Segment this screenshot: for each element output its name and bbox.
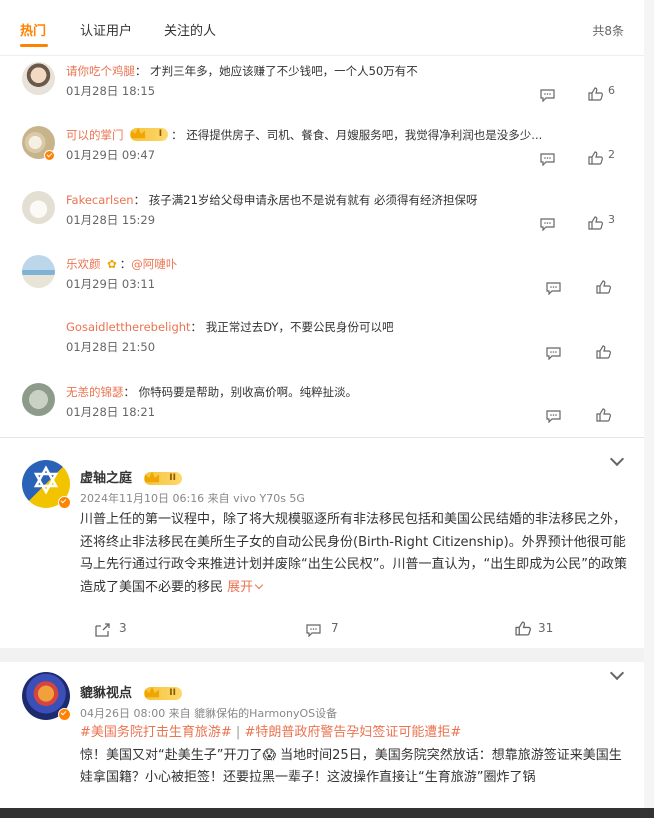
comment-count: 7 — [331, 621, 339, 635]
chevron-down-icon[interactable] — [609, 665, 625, 681]
avatar[interactable] — [22, 383, 55, 416]
comment-text: 你特码要是帮助，别收高价啊。纯粹扯淡。 — [138, 385, 358, 399]
chevron-down-icon[interactable] — [609, 451, 625, 467]
repost-count: 3 — [119, 621, 127, 635]
tab-following[interactable]: 关注的人 — [164, 20, 216, 39]
tab-hot[interactable]: 热门 — [20, 20, 46, 39]
comment-time: 01月28日 21:50 — [66, 340, 156, 354]
bottom-edge — [0, 808, 654, 818]
divider — [0, 437, 644, 438]
comment-line: 乐欢颜 ✿ ：@阿嗹卟 — [66, 255, 177, 273]
post-body: 川普上任的第一议程中，除了将大规模驱逐所有非法移民包括和美国公民结婚的非法移民之… — [80, 512, 627, 595]
level-badge-icon: I — [130, 127, 169, 141]
comment-line: 请你吃个鸡腿： 才判三年多，她应该赚了不少钱吧，一个人50万有不 — [66, 62, 418, 80]
scrollbar[interactable] — [644, 0, 654, 818]
comment-item: 乐欢颜 ✿ ：@阿嗹卟 01月29日 03:11 — [0, 255, 644, 319]
comment-icon[interactable] — [306, 622, 321, 641]
post-meta: 04月26日 08:00 来自 貔貅保佑的HarmonyOS设备 — [80, 707, 338, 720]
level-badge-icon: II — [144, 683, 182, 702]
separator: ： — [133, 193, 146, 207]
emoji-badge-icon: ✿ — [107, 257, 117, 271]
comment-time: 01月29日 03:11 — [66, 277, 156, 291]
like-icon[interactable] — [596, 407, 611, 426]
avatar[interactable] — [22, 62, 55, 95]
comment-text: 才判三年多，她应该赚了不少钱吧，一个人50万有不 — [150, 64, 418, 78]
comment-item: Gosaidlettherebelight： 我正常过去DY，不要公民身份可以吧… — [0, 318, 644, 382]
comment-username[interactable]: Gosaidlettherebelight — [66, 320, 191, 334]
comment-item: 可以的掌门 I： 还得提供房子、司机、餐食、月嫂服务吧，我觉得净利润也是没多少.… — [0, 126, 644, 190]
separator: ： — [135, 64, 147, 78]
repost-icon[interactable] — [94, 622, 110, 641]
verified-badge-icon — [44, 150, 55, 161]
like-count: 6 — [608, 84, 615, 97]
avatar[interactable] — [22, 191, 55, 224]
topic-tag-link[interactable]: #特朗普政府警告孕妇签证可能遭拒# — [244, 725, 461, 740]
reply-icon[interactable] — [540, 216, 555, 235]
comment-item: Fakecarlsen： 孩子满21岁给父母申请永居也不是说有就有 必须得有经济… — [0, 191, 644, 255]
topic-tag-link[interactable]: #美国务院打击生育旅游# — [80, 725, 232, 740]
level-badge-icon: II — [144, 468, 182, 487]
like-count: 31 — [538, 621, 554, 635]
comment-total: 共8条 — [592, 24, 624, 38]
post-text: 川普上任的第一议程中，除了将大规模驱逐所有非法移民包括和美国公民结婚的非法移民之… — [80, 509, 628, 599]
avatar[interactable] — [22, 255, 55, 288]
comment-text: 还得提供房子、司机、餐食、月嫂服务吧，我觉得净利润也是没多少... — [186, 128, 543, 142]
separator: ： — [171, 128, 183, 142]
comment-line: 可以的掌门 I： 还得提供房子、司机、餐食、月嫂服务吧，我觉得净利润也是没多少.… — [66, 126, 542, 144]
comment-username[interactable]: 请你吃个鸡腿 — [66, 64, 135, 78]
comment-line: Fakecarlsen： 孩子满21岁给父母申请永居也不是说有就有 必须得有经济… — [66, 191, 478, 209]
like-icon[interactable] — [596, 279, 611, 298]
expand-link[interactable]: 展开 — [227, 580, 264, 595]
tab-verified[interactable]: 认证用户 — [80, 20, 132, 39]
reply-icon[interactable] — [546, 280, 561, 299]
reply-icon[interactable] — [546, 345, 561, 364]
comment-time: 01月28日 18:21 — [66, 405, 156, 419]
post-meta: 2024年11月10日 06:16 来自 vivo Y70s 5G — [80, 492, 305, 505]
feed-post: 虚轴之庭 II 2024年11月10日 06:16 来自 vivo Y70s 5… — [0, 440, 644, 648]
comment-text: 我正常过去DY，不要公民身份可以吧 — [205, 320, 394, 334]
comment-username[interactable]: 乐欢颜 — [66, 257, 101, 271]
post-body: 惊！美国又对“赴美生子”开刀了😱 当地时间25日，美国务院突然放话：想靠旅游签证… — [80, 747, 622, 786]
feed-post: 貔貅视点 II 04月26日 08:00 来自 貔貅保佑的HarmonyOS设备… — [0, 662, 644, 808]
post-author-name[interactable]: 貔貅视点 — [80, 682, 132, 701]
like-icon[interactable] — [596, 344, 611, 363]
comment-line: Gosaidlettherebelight： 我正常过去DY，不要公民身份可以吧 — [66, 318, 393, 336]
comment-username[interactable]: 无恙的锦瑟 — [66, 385, 124, 399]
like-count: 3 — [608, 213, 615, 226]
like-icon[interactable] — [588, 150, 603, 169]
post-text: #美国务院打击生育旅游# | #特朗普政府警告孕妇签证可能遭拒# 惊！美国又对“… — [80, 722, 628, 790]
separator: ： — [119, 257, 132, 271]
verified-badge-icon — [58, 496, 71, 509]
like-count: 2 — [608, 148, 615, 161]
separator: ： — [123, 385, 136, 399]
separator: | — [231, 725, 245, 740]
comment-text: 孩子满21岁给父母申请永居也不是说有就有 必须得有经济担保呀 — [148, 193, 478, 207]
comment-tabs: 热门 认证用户 关注的人 共8条 — [0, 0, 644, 56]
reply-icon[interactable] — [546, 408, 561, 427]
like-icon[interactable] — [515, 621, 531, 640]
separator: ： — [190, 320, 203, 334]
tab-underline — [20, 44, 48, 47]
like-icon[interactable] — [588, 215, 603, 234]
comment-username[interactable]: Fakecarlsen — [66, 193, 134, 207]
comment-mention-link[interactable]: @阿嗹卟 — [131, 257, 177, 271]
comment-username[interactable]: 可以的掌门 — [66, 128, 124, 142]
comment-item: 请你吃个鸡腿： 才判三年多，她应该赚了不少钱吧，一个人50万有不 01月28日 … — [0, 62, 644, 126]
comment-time: 01月28日 18:15 — [66, 84, 156, 98]
comment-line: 无恙的锦瑟： 你特码要是帮助，别收高价啊。纯粹扯淡。 — [66, 383, 357, 401]
like-icon[interactable] — [588, 86, 603, 105]
reply-icon[interactable] — [540, 87, 555, 106]
reply-icon[interactable] — [540, 151, 555, 170]
comment-time: 01月28日 15:29 — [66, 213, 156, 227]
post-author-name[interactable]: 虚轴之庭 — [80, 467, 132, 486]
divider — [0, 648, 644, 662]
weibo-comments-page: 热门 认证用户 关注的人 共8条 请你吃个鸡腿： 才判三年多，她应该赚了不少钱吧… — [0, 0, 654, 818]
verified-badge-icon — [58, 708, 71, 721]
comment-time: 01月29日 09:47 — [66, 148, 156, 162]
